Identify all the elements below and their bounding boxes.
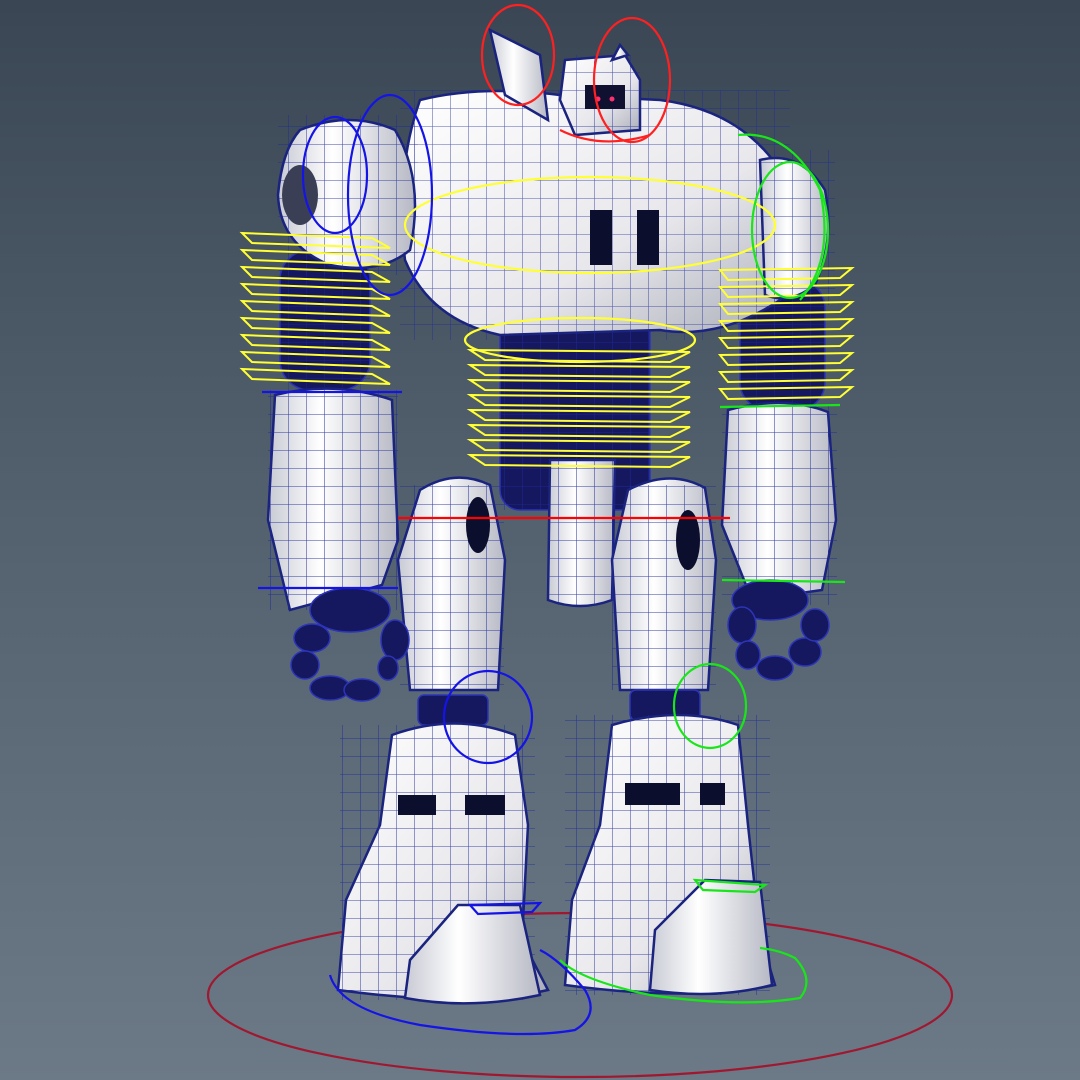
robot-rig-scene[interactable] xyxy=(0,0,1080,1080)
left-arm-mesh[interactable] xyxy=(266,249,410,702)
maya-viewport[interactable] xyxy=(0,0,1080,1080)
